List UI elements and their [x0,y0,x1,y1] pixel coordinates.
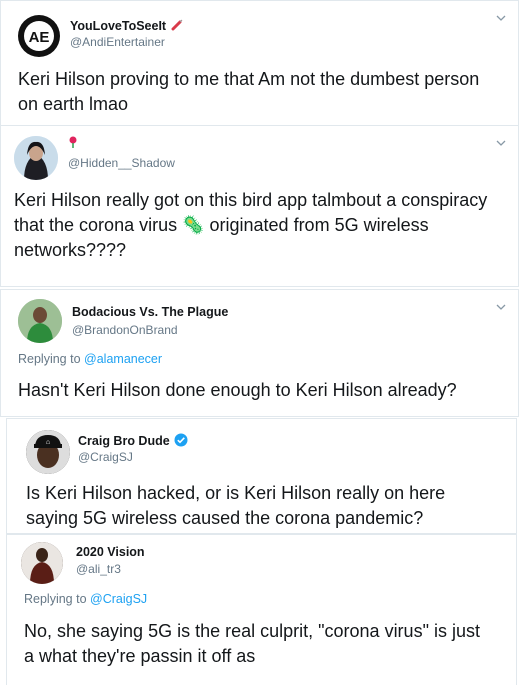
username[interactable]: @CraigSJ [78,450,133,464]
display-name[interactable]: 2020 Vision [76,545,145,559]
username[interactable]: @ali_tr3 [76,562,121,576]
ae-logo-icon: AE [19,16,59,56]
replying-to-label: Replying to [18,352,81,366]
svg-text:⌂: ⌂ [46,439,50,446]
tweet-card[interactable]: Bodacious Vs. The Plague @BrandonOnBrand… [0,289,519,417]
syringe-emoji-icon [171,19,182,31]
username[interactable]: @Hidden__Shadow [68,156,175,170]
tweet-card[interactable]: ⌂ Craig Bro Dude @CraigSJ Is Keri Hilson… [6,418,517,534]
svg-text:AE: AE [29,29,50,46]
tweet-text: Keri Hilson really got on this bird app … [14,190,488,260]
profile-photo-icon [14,136,58,180]
avatar[interactable]: AE [18,15,60,57]
display-name[interactable]: Craig Bro Dude [78,434,170,448]
tweet-text: Keri Hilson proving to me that Am not th… [18,69,480,114]
chevron-down-icon[interactable] [494,300,508,314]
tweet-card[interactable]: AE YouLoveToSeeIt @AndiEntertainer Keri … [0,0,519,128]
username[interactable]: @AndiEntertainer [70,35,165,49]
display-name[interactable]: YouLoveToSeeIt [70,19,166,33]
replying-to-label: Replying to [24,592,87,606]
profile-photo-icon: ⌂ [26,430,70,474]
replying-to: Replying to @alamanecer [18,352,162,366]
avatar[interactable]: ⌂ [26,430,70,474]
chevron-down-icon[interactable] [494,136,508,150]
rose-emoji-icon [69,136,77,148]
tweet-card[interactable]: @Hidden__Shadow Keri Hilson really got o… [0,125,519,287]
replying-to: Replying to @CraigSJ [24,592,147,606]
avatar[interactable] [18,299,62,343]
tweet-text: No, she saying 5G is the real culprit, "… [24,621,480,666]
display-name[interactable]: Bodacious Vs. The Plague [72,305,228,319]
replying-to-link[interactable]: @alamanecer [84,352,162,366]
avatar[interactable] [14,136,58,180]
profile-photo-icon [21,542,63,584]
tweet-text: Is Keri Hilson hacked, or is Keri Hilson… [26,483,446,528]
replying-to-link[interactable]: @CraigSJ [90,592,147,606]
tweet-text: Hasn't Keri Hilson done enough to Keri H… [18,380,457,400]
profile-photo-icon [18,299,62,343]
avatar[interactable] [21,542,63,584]
chevron-down-icon[interactable] [494,11,508,25]
username[interactable]: @BrandonOnBrand [72,323,178,337]
tweet-card[interactable]: 2020 Vision @ali_tr3 Replying to @CraigS… [6,534,517,685]
verified-badge-icon [174,433,188,447]
